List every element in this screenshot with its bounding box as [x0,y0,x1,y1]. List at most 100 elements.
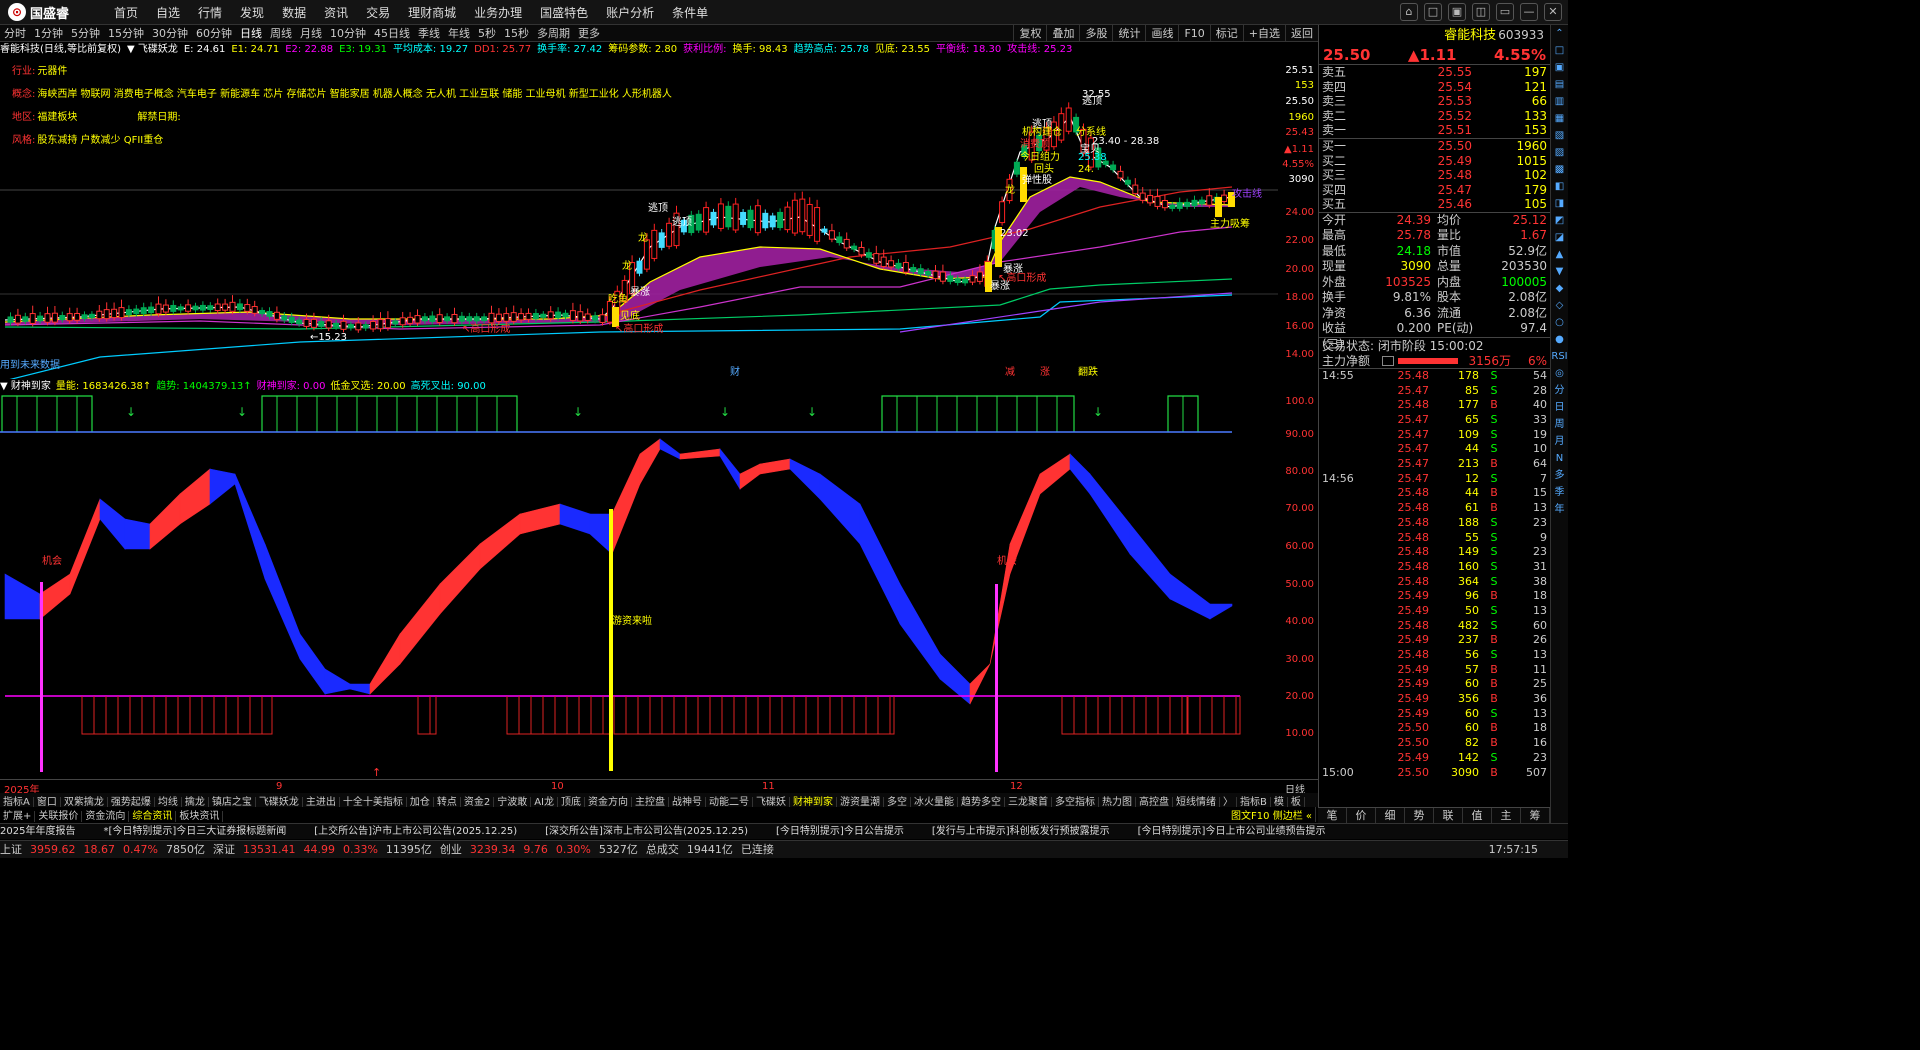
vertical-tool-icon[interactable]: ▩ [1551,161,1568,178]
indicator-tab[interactable]: AI龙 [531,797,559,807]
news-item[interactable]: 2025年年度报告 [0,826,75,837]
indicator-tab[interactable]: 三龙聚首 [1005,797,1053,807]
menu-item[interactable]: 自选 [147,4,189,21]
ext-tab[interactable]: 关联报价 [35,811,83,822]
menu-item[interactable]: 账户分析 [597,4,663,21]
vertical-tool-icon[interactable]: ◆ [1551,280,1568,297]
ext-tab[interactable]: 扩展+ [0,811,36,822]
window-button-icon[interactable]: ◫ [1472,3,1490,21]
period-tab[interactable]: 1分钟 [30,27,67,40]
vertical-tool-icon[interactable]: 周 [1551,416,1568,433]
indicator-tab[interactable]: 强势起爆 [107,797,155,807]
indicator-tab[interactable]: 转点 [433,797,461,807]
vertical-tool-icon[interactable]: ◨ [1551,195,1568,212]
indicator-tab[interactable]: 资金2 [460,797,495,807]
tool-button[interactable]: 画线 [1145,25,1178,42]
ext-tab[interactable]: 综合资讯 [129,811,177,822]
vertical-tool-icon[interactable]: N [1551,450,1568,467]
menu-item[interactable]: 条件单 [663,4,717,21]
period-tab[interactable]: 更多 [574,27,604,40]
indicator-tab[interactable]: 主进出 [302,797,340,807]
news-item[interactable]: [发行与上市提示]科创板发行预披露提示 [932,826,1110,837]
indicator-tab[interactable]: 多空 [884,797,912,807]
menu-item[interactable]: 交易 [357,4,399,21]
period-tab[interactable]: 日线 [236,27,266,40]
menu-item[interactable]: 理财商城 [399,4,465,21]
indicator-tab[interactable]: 顶底 [558,797,586,807]
indicator-tab[interactable]: 模 [1270,797,1288,807]
vertical-tool-icon[interactable]: 季 [1551,484,1568,501]
vertical-tool-icon[interactable]: 日 [1551,399,1568,416]
caishen-indicator-chart[interactable]: ↓ ↓ ↓ ↓ ↓ ↓ 机会 机会游资来啦 ↑ [0,394,1278,779]
orderbook-row[interactable]: 卖五 25.55 197 [1319,65,1550,80]
indicator-tab[interactable]: 飞碟妖龙 [255,797,303,807]
period-tab[interactable]: 30分钟 [148,27,192,40]
tool-button[interactable]: F10 [1178,25,1209,42]
vertical-tool-icon[interactable]: ▧ [1551,127,1568,144]
indicator-tab[interactable]: 战神号 [669,797,707,807]
vertical-tool-icon[interactable]: ▦ [1551,110,1568,127]
ext-tab[interactable]: 图文F10 侧边栏 « [1228,807,1316,822]
orderbook-row[interactable]: 卖一 25.51 153 [1319,123,1550,138]
event-marker[interactable]: 涨 [1040,366,1050,378]
menu-item[interactable]: 数据 [273,4,315,21]
indicator-tab[interactable]: 趋势多空 [958,797,1006,807]
quote-tab[interactable]: 联 [1434,808,1463,823]
vertical-tool-icon[interactable]: ● [1551,331,1568,348]
vertical-tool-icon[interactable]: ▼ [1551,263,1568,280]
tool-button[interactable]: 叠加 [1046,25,1079,42]
menu-item[interactable]: 资讯 [315,4,357,21]
indicator-tab[interactable]: 板 [1287,797,1305,807]
indicator-tab[interactable]: 动能二号 [706,797,754,807]
window-button-icon[interactable]: ▭ [1496,3,1514,21]
event-marker[interactable]: 财 [730,365,740,378]
period-tab[interactable]: 5分钟 [67,27,104,40]
period-tab[interactable]: 季线 [414,27,444,40]
news-item[interactable]: [上交所公告]沪市上市公司公告(2025.12.25) [314,826,517,837]
tool-button[interactable]: 多股 [1079,25,1112,42]
indicator-tab[interactable]: 十全十美指标 [339,797,407,807]
app-logo[interactable]: ⊙ 国盛睿 [0,3,105,22]
period-tab[interactable]: 60分钟 [192,27,236,40]
indicator-tab[interactable]: 财神到家 [790,797,838,807]
vertical-tool-icon[interactable]: ▣ [1551,59,1568,76]
vertical-tool-icon[interactable]: 年 [1551,501,1568,518]
main-flow-checkbox[interactable] [1382,355,1394,366]
vertical-tool-icon[interactable]: ◎ [1551,365,1568,382]
vertical-tool-icon[interactable]: ▨ [1551,144,1568,161]
vertical-tool-icon[interactable]: ▤ [1551,76,1568,93]
vertical-tool-icon[interactable]: ◪ [1551,229,1568,246]
period-tab[interactable]: 周线 [266,27,296,40]
ext-tab[interactable]: 资金流向 [82,811,130,822]
period-tab[interactable]: 月线 [296,27,326,40]
indicator-tab[interactable]: 宁波敢 [494,797,532,807]
indicator-tab[interactable]: 双紫擒龙 [60,797,108,807]
tool-button[interactable]: 返回 [1285,25,1318,42]
indicator-tab[interactable]: 冰火量能 [911,797,959,807]
tool-button[interactable]: +自选 [1242,25,1285,42]
news-item[interactable]: [深交所公告]深市上市公司公告(2025.12.25) [545,826,748,837]
window-button-icon[interactable]: ⌂ [1400,3,1418,21]
vertical-tool-icon[interactable]: RSI [1551,348,1568,365]
period-tab[interactable]: 5秒 [474,27,500,40]
window-button-icon[interactable]: — [1520,3,1538,21]
indicator-tab[interactable]: 多空指标 [1052,797,1100,807]
indicator-tab[interactable]: 游资量潮 [837,797,885,807]
news-item[interactable]: [今日特别提示]今日上市公司业绩预告提示 [1138,826,1326,837]
period-tab[interactable]: 15秒 [500,27,533,40]
tool-button[interactable]: 统计 [1112,25,1145,42]
menu-item[interactable]: 发现 [231,4,273,21]
vertical-tool-icon[interactable]: ▥ [1551,93,1568,110]
orderbook-row[interactable]: 买三 25.48 102 [1319,168,1550,183]
orderbook-row[interactable]: 卖三 25.53 66 [1319,94,1550,109]
indicator-tab[interactable]: 加仓 [406,797,434,807]
menu-item[interactable]: 国盛特色 [531,4,597,21]
vertical-tool-icon[interactable]: 多 [1551,467,1568,484]
orderbook-row[interactable]: 买四 25.47 179 [1319,183,1550,198]
period-tab[interactable]: 年线 [444,27,474,40]
indicator-tab[interactable]: 〉 [1220,797,1238,807]
indicator-tab[interactable]: 飞碟妖 [753,797,791,807]
news-item[interactable]: *[今日特别提示]今日三大证券报标题新闻 [103,826,286,837]
menu-item[interactable]: 首页 [105,4,147,21]
ext-tab[interactable]: 板块资讯 [176,811,224,822]
